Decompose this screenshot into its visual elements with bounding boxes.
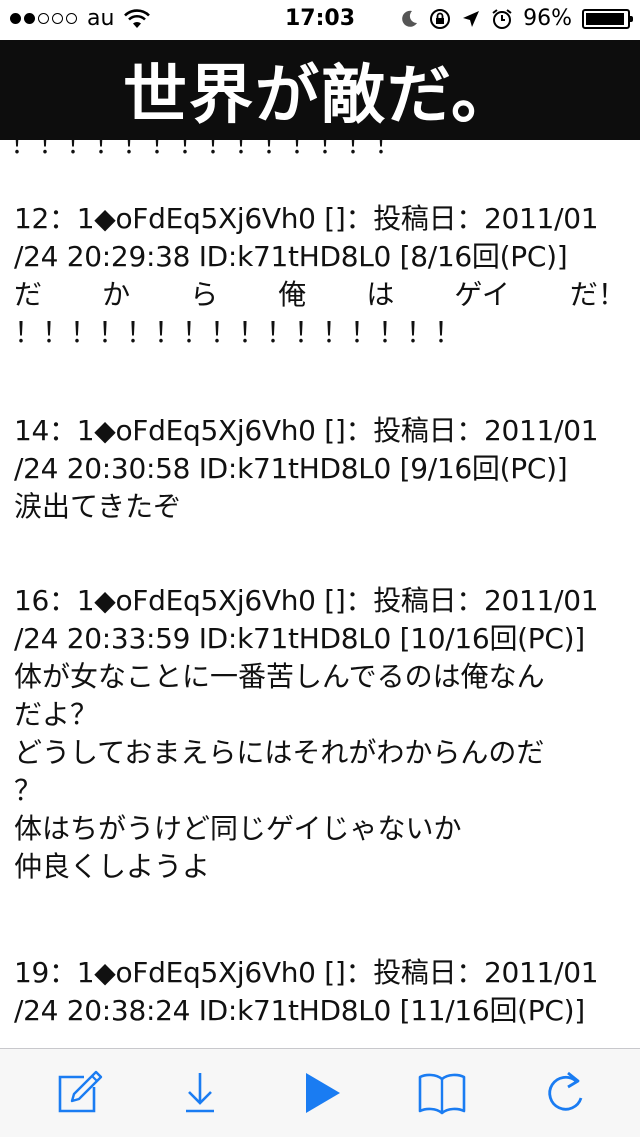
download-button[interactable] — [174, 1067, 226, 1119]
site-banner: 世界が敵だ。 — [0, 40, 640, 140]
article-content[interactable]: ！！！！！！！！！！！！！！ 12：1◆oFdEq5Xj6Vh0 []：投稿日：… — [0, 140, 640, 1048]
download-icon — [186, 1073, 214, 1113]
post-body-line: 仲良くしようよ — [14, 850, 211, 883]
post-body-line: だよ？ — [14, 698, 99, 731]
post-body-line: 体が女なことに一番苦しんでるのは俺なん — [14, 660, 545, 693]
post-body-word: 俺 — [278, 278, 307, 311]
post-body-word: だ！ — [569, 278, 626, 311]
post-body-word: は — [366, 278, 395, 311]
post-14: 14：1◆oFdEq5Xj6Vh0 []：投稿日：2011/01 /24 20:… — [14, 412, 630, 526]
cut-off-text-line: ！！！！！！！！！！！！！！ — [10, 140, 403, 160]
post-body-line: ？ — [14, 774, 43, 807]
post-16: 16：1◆oFdEq5Xj6Vh0 []：投稿日：2011/01 /24 20:… — [14, 582, 630, 886]
rotation-lock-icon — [430, 8, 451, 29]
refresh-button[interactable] — [540, 1067, 592, 1119]
post-header: 12：1◆oFdEq5Xj6Vh0 []：投稿日：2011/01 — [14, 202, 599, 235]
banner-title: 世界が敵だ。 — [122, 58, 518, 133]
post-body-line: どうしておまえらにはそれがわからんのだ — [14, 736, 545, 769]
post-body-word: ゲイ — [454, 278, 510, 311]
bookmarks-icon — [418, 1073, 466, 1115]
post-body-spaced: だ か ら 俺 は ゲイ だ！ — [14, 276, 626, 314]
post-header: /24 20:29:38 ID:k71tHD8L0 [8/16回(PC)] — [14, 240, 568, 273]
post-header: /24 20:33:59 ID:k71tHD8L0 [10/16回(PC)] — [14, 622, 585, 655]
compose-button[interactable] — [54, 1067, 106, 1119]
post-body-line: 涙出てきたぞ — [14, 490, 182, 523]
play-icon — [306, 1073, 340, 1113]
play-button[interactable] — [296, 1067, 348, 1119]
status-bar: au 17:03 96% — [0, 0, 640, 40]
post-19: 19：1◆oFdEq5Xj6Vh0 []：投稿日：2011/01 /24 20:… — [14, 954, 630, 1030]
battery-icon — [582, 8, 633, 29]
status-right: 96% — [399, 6, 633, 31]
post-header: /24 20:30:58 ID:k71tHD8L0 [9/16回(PC)] — [14, 452, 568, 485]
post-header: 19：1◆oFdEq5Xj6Vh0 []：投稿日：2011/01 — [14, 956, 599, 989]
post-header: 14：1◆oFdEq5Xj6Vh0 []：投稿日：2011/01 — [14, 414, 599, 447]
location-icon — [463, 10, 480, 27]
post-header: /24 20:38:24 ID:k71tHD8L0 [11/16回(PC)] — [14, 994, 585, 1027]
battery-percent: 96% — [523, 6, 572, 31]
post-header: 16：1◆oFdEq5Xj6Vh0 []：投稿日：2011/01 — [14, 584, 599, 617]
refresh-icon — [548, 1071, 583, 1111]
post-body-word: か — [102, 278, 131, 311]
compose-icon — [58, 1070, 103, 1113]
post-body-line: ！！！！！！！！！！！！！！！！ — [14, 316, 463, 349]
bookmarks-button[interactable] — [416, 1067, 468, 1119]
alarm-icon — [492, 8, 512, 29]
post-body-word: ら — [190, 278, 219, 311]
post-12: 12：1◆oFdEq5Xj6Vh0 []：投稿日：2011/01 /24 20:… — [14, 200, 630, 352]
post-body-word: だ — [14, 278, 43, 311]
bottom-toolbar — [0, 1048, 640, 1137]
post-body-line: 体はちがうけど同じゲイじゃないか — [14, 812, 462, 845]
moon-icon — [402, 10, 418, 27]
